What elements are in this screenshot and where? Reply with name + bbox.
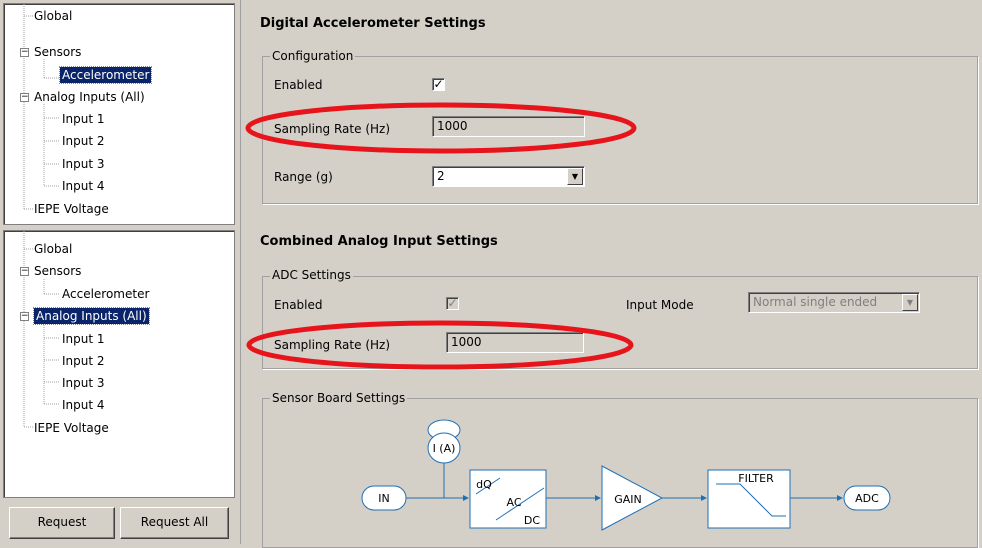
tree-bottom[interactable]: Global − Sensors Accelerometer − Analog … [3, 230, 235, 498]
highlight-ellipse-accel [245, 102, 637, 154]
accel-heading: Digital Accelerometer Settings [260, 16, 486, 31]
diagram-gain-label: GAIN [614, 493, 642, 506]
tree-top-item-input-3[interactable]: Input 3 [62, 156, 105, 172]
collapse-icon[interactable]: − [20, 93, 29, 102]
tree-top-item-analog-inputs[interactable]: Analog Inputs (All) [34, 89, 145, 105]
collapse-icon[interactable]: − [20, 267, 29, 276]
accel-enabled-checkbox[interactable]: ✓ [432, 78, 445, 91]
tree-top-item-sensors[interactable]: Sensors [34, 44, 81, 60]
accel-range-select[interactable]: 2 [432, 166, 585, 187]
diagram-current-label: I (A) [433, 442, 456, 455]
tree-top-item-input-1[interactable]: Input 1 [62, 111, 105, 127]
tree-top-item-global[interactable]: Global [34, 8, 72, 24]
request-button[interactable]: Request [9, 507, 115, 539]
tree-bottom-item-accelerometer[interactable]: Accelerometer [62, 286, 149, 302]
sensor-board-diagram: IN I (A) dQ AC DC GAIN FILTER ADC [361, 419, 891, 531]
tree-top[interactable]: Global − Sensors Accelerometer − Analog … [3, 3, 235, 225]
chevron-down-icon: ▼ [906, 298, 914, 307]
input-mode-select[interactable]: Normal single ended [748, 292, 920, 313]
sensor-board-legend: Sensor Board Settings [270, 391, 408, 405]
analog-heading: Combined Analog Input Settings [260, 234, 498, 249]
diagram-adc-label: ADC [855, 492, 879, 505]
tree-bottom-item-input-4[interactable]: Input 4 [62, 397, 105, 413]
input-mode-label: Input Mode [626, 298, 694, 312]
tree-bottom-item-analog-inputs[interactable]: Analog Inputs (All) [33, 307, 150, 325]
tree-top-item-accelerometer[interactable]: Accelerometer [58, 66, 153, 84]
panel-splitter[interactable] [240, 0, 241, 544]
diagram-dq-label: dQ [476, 478, 492, 491]
diagram-dc-label: DC [524, 514, 540, 527]
collapse-icon[interactable]: − [20, 312, 29, 321]
diagram-in-label: IN [378, 492, 389, 505]
diagram-ac-label: AC [506, 496, 521, 509]
tree-bottom-item-global[interactable]: Global [34, 241, 72, 257]
range-dropdown-button[interactable]: ▼ [567, 168, 583, 185]
accel-config-legend: Configuration [270, 49, 356, 63]
tree-bottom-item-iepe-voltage[interactable]: IEPE Voltage [34, 420, 109, 436]
tree-bottom-item-input-3[interactable]: Input 3 [62, 375, 105, 391]
input-mode-dropdown-button[interactable]: ▼ [902, 294, 918, 311]
tree-top-item-input-4[interactable]: Input 4 [62, 178, 105, 194]
tree-bottom-item-input-2[interactable]: Input 2 [62, 353, 105, 369]
tree-top-item-iepe-voltage[interactable]: IEPE Voltage [34, 201, 109, 217]
tree-bottom-item-input-1[interactable]: Input 1 [62, 331, 105, 347]
analog-adc-legend: ADC Settings [270, 268, 353, 282]
tree-top-lines [23, 4, 59, 210]
tree-bottom-item-sensors[interactable]: Sensors [34, 263, 81, 279]
analog-enabled-checkbox[interactable]: ✓ [446, 297, 459, 310]
accel-range-label: Range (g) [274, 170, 333, 184]
highlight-ellipse-analog [246, 320, 634, 370]
chevron-down-icon: ▼ [571, 172, 579, 181]
request-all-button[interactable]: Request All [120, 507, 229, 539]
diagram-filter-label: FILTER [738, 472, 774, 485]
collapse-icon[interactable]: − [20, 48, 29, 57]
accel-enabled-label: Enabled [274, 78, 323, 92]
tree-top-item-input-2[interactable]: Input 2 [62, 133, 105, 149]
analog-enabled-label: Enabled [274, 298, 323, 312]
